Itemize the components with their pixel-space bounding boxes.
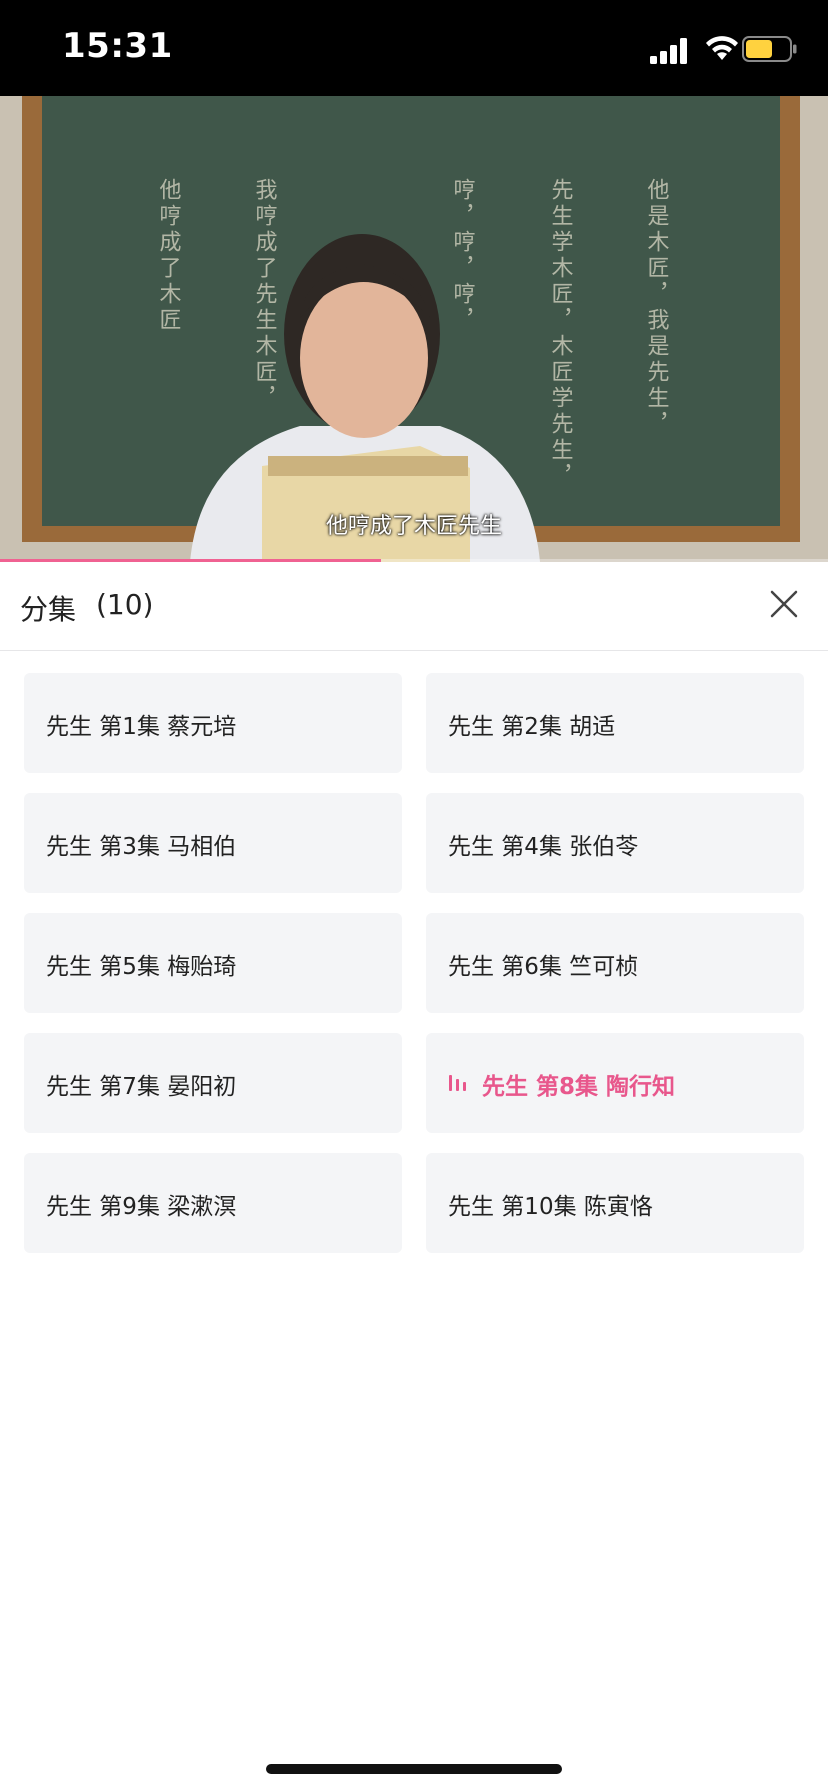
- episode-card-5[interactable]: 先生 第5集 梅贻琦: [24, 913, 402, 1013]
- now-playing-icon: [449, 1075, 466, 1091]
- episode-label: 先生 第10集 陈寅恪: [448, 1194, 653, 1220]
- signal-icon: [650, 38, 687, 64]
- episode-label: 先生 第9集 梁漱溟: [46, 1194, 237, 1220]
- wifi-icon: [706, 36, 738, 60]
- episode-sheet-header: 分集 (10): [0, 562, 828, 651]
- episode-card-9[interactable]: 先生 第9集 梁漱溟: [24, 1153, 402, 1253]
- episode-card-3[interactable]: 先生 第3集 马相伯: [24, 793, 402, 893]
- episode-label: 先生 第7集 晏阳初: [46, 1074, 237, 1100]
- episode-card-1[interactable]: 先生 第1集 蔡元培: [24, 673, 402, 773]
- battery-icon: [742, 36, 797, 62]
- video-subtitle: 他哼成了木匠先生: [325, 514, 502, 539]
- episode-card-2[interactable]: 先生 第2集 胡适: [426, 673, 804, 773]
- svg-text:我哼成了先生木匠，: 我哼成了先生木匠，: [252, 178, 278, 412]
- svg-text:他是木匠，我是先生，: 他是木匠，我是先生，: [644, 178, 670, 438]
- svg-text:哼，哼，哼，: 哼，哼，哼，: [450, 178, 475, 334]
- episode-label: 先生 第4集 张伯苓: [448, 834, 639, 860]
- episode-label: 先生 第1集 蔡元培: [46, 714, 237, 740]
- episode-label: 先生 第3集 马相伯: [46, 834, 237, 860]
- svg-text:他哼成了木匠: 他哼成了木匠: [156, 178, 182, 334]
- sheet-title: 分集: [20, 593, 77, 626]
- status-bar: 15:31: [0, 0, 828, 96]
- status-time: 15:31: [62, 26, 173, 66]
- episode-card-8-playing[interactable]: 先生 第8集 陶行知: [426, 1033, 804, 1133]
- svg-text:先生学木匠，木匠学先生，: 先生学木匠，木匠学先生，: [548, 178, 574, 490]
- episode-label: 先生 第2集 胡适: [448, 714, 616, 740]
- video-frame: 他是木匠，我是先生， 先生学木匠，木匠学先生， 哼，哼，哼， 我哼成了先生木匠，…: [0, 96, 828, 562]
- episode-label: 先生 第5集 梅贻琦: [46, 954, 237, 980]
- home-indicator[interactable]: [266, 1764, 562, 1774]
- episode-label: 先生 第6集 竺可桢: [448, 954, 639, 980]
- episode-card-6[interactable]: 先生 第6集 竺可桢: [426, 913, 804, 1013]
- episode-count: (10): [96, 588, 154, 621]
- episode-label: 先生 第8集 陶行知: [482, 1074, 676, 1100]
- close-icon[interactable]: [766, 586, 802, 622]
- episode-card-7[interactable]: 先生 第7集 晏阳初: [24, 1033, 402, 1133]
- episode-card-4[interactable]: 先生 第4集 张伯苓: [426, 793, 804, 893]
- episode-card-10[interactable]: 先生 第10集 陈寅恪: [426, 1153, 804, 1253]
- video-player[interactable]: 他是木匠，我是先生， 先生学木匠，木匠学先生， 哼，哼，哼， 我哼成了先生木匠，…: [0, 96, 828, 562]
